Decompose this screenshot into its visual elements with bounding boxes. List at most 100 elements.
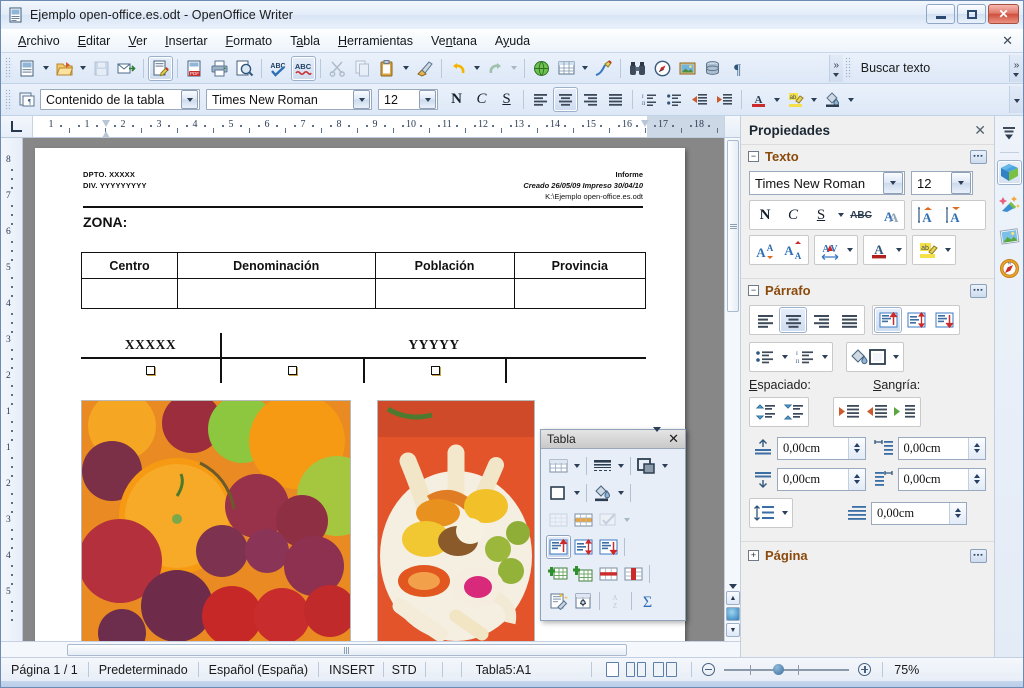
sort-az-icon[interactable]: A Z	[603, 589, 628, 613]
table-col-provincia[interactable]: Provincia	[514, 253, 645, 279]
more-options-icon[interactable]: ▪▪▪	[970, 284, 987, 298]
subscript-icon[interactable]: A A	[779, 237, 807, 263]
menu-insertar[interactable]: Insertar	[156, 31, 216, 51]
font-size-dropdown-icon[interactable]	[419, 90, 436, 109]
sidebar-italic-button[interactable]: C	[779, 202, 807, 228]
zoom-in-icon[interactable]	[858, 663, 871, 676]
font-color-icon[interactable]: A	[746, 87, 771, 112]
sigma-sum-icon[interactable]: Σ	[635, 589, 660, 613]
autoformat-wand-icon[interactable]	[546, 589, 571, 613]
fruit-photo[interactable]	[81, 400, 351, 641]
abc-check-icon[interactable]: ABC	[266, 56, 291, 81]
spacing-above-paragraph-field[interactable]: 0,00cm	[777, 437, 866, 460]
open-folder-icon[interactable]	[52, 56, 77, 81]
menu-editar[interactable]: Editar	[69, 31, 120, 51]
font-size-combo[interactable]: 12	[378, 89, 438, 110]
status-language[interactable]: Español (España)	[209, 663, 308, 677]
save-floppy-icon[interactable]	[89, 56, 114, 81]
area-fill-dropdown-icon[interactable]	[571, 480, 583, 505]
line-spacing-dropdown-icon[interactable]	[779, 501, 791, 526]
table-properties-icon[interactable]	[571, 589, 596, 613]
table-cell[interactable]	[514, 279, 645, 309]
numbered-list-icon[interactable]: I II	[637, 87, 662, 112]
first-line-indent-field[interactable]: 0,00cm	[871, 502, 967, 525]
redo-arrow-icon[interactable]	[483, 56, 508, 81]
first-line-indent-stepper[interactable]	[949, 503, 966, 524]
vertical-scrollbar-thumb[interactable]	[727, 140, 739, 312]
ruler-scale[interactable]: 1123456789101112131415161718	[33, 116, 724, 137]
sidebar-bullet-list-icon[interactable]	[751, 344, 779, 370]
scissors-icon[interactable]	[325, 56, 350, 81]
horizontal-ruler[interactable]: 1123456789101112131415161718	[1, 116, 740, 138]
paste-dropdown-icon[interactable]	[400, 56, 412, 81]
shrink-font-icon[interactable]: A	[941, 202, 969, 228]
menu-ver[interactable]: Ver	[119, 31, 156, 51]
bullet-list-icon[interactable]	[662, 87, 687, 112]
secondary-table[interactable]: XXXXX YYYYY	[81, 333, 646, 359]
navigation-object-button[interactable]	[726, 607, 740, 621]
grow-font-icon[interactable]: A	[913, 202, 941, 228]
decrease-spacing-icon[interactable]	[779, 399, 807, 425]
checkbox-icon[interactable]	[431, 366, 440, 375]
edit-pencil-icon[interactable]	[148, 56, 173, 81]
indent-after-stepper[interactable]	[968, 469, 985, 490]
char-spacing-icon[interactable]: A V	[816, 237, 844, 263]
section-header-texto[interactable]: − Texto ▪▪▪	[741, 145, 994, 168]
abc-wave-icon[interactable]: ABC	[291, 56, 316, 81]
line-spacing-icon[interactable]	[751, 500, 779, 526]
xxxxx-cell[interactable]: XXXXX	[81, 333, 221, 358]
properties-cube-icon[interactable]	[997, 160, 1022, 185]
checkbox-table[interactable]	[81, 358, 646, 383]
paragraph-style-dropdown-icon[interactable]	[181, 90, 198, 109]
menu-archivo[interactable]: Archivo	[9, 31, 69, 51]
horizontal-scrollbar-thumb[interactable]	[67, 644, 627, 656]
sidebar-font-name-combo[interactable]: Times New Roman	[749, 171, 905, 195]
database-icon[interactable]	[700, 56, 725, 81]
sidebar-font-size-dropdown-icon[interactable]	[951, 172, 971, 194]
toolbar-grip[interactable]	[5, 57, 12, 79]
compass-icon[interactable]	[650, 56, 675, 81]
table-col-denominacion[interactable]: Denominación	[177, 253, 375, 279]
format-toolbar-grip[interactable]	[5, 89, 12, 111]
indent-after-text-field[interactable]: 0,00cm	[898, 468, 987, 491]
table-cell[interactable]	[177, 279, 375, 309]
border-color-icon[interactable]	[634, 454, 659, 478]
split-cells-icon[interactable]	[571, 508, 596, 532]
sidebar-align-middle-icon[interactable]	[902, 307, 930, 333]
vertical-scrollbar[interactable]: ▲ ▼	[724, 138, 740, 641]
table-col-poblacion[interactable]: Población	[375, 253, 514, 279]
next-page-button[interactable]: ▼	[726, 623, 740, 637]
status-insert-mode[interactable]: INSERT	[329, 663, 375, 677]
sidebar-underline-button[interactable]: S	[807, 202, 835, 228]
paragraph-style-combo[interactable]: Contenido de la tabla	[40, 89, 200, 110]
merge-cells-icon[interactable]	[546, 508, 571, 532]
main-table[interactable]: Centro Denominación Población Provincia	[81, 252, 646, 309]
decrease-indent-icon[interactable]	[863, 399, 891, 425]
delete-column-icon[interactable]	[621, 562, 646, 586]
font-name-combo[interactable]: Times New Roman	[206, 89, 372, 110]
undo-arrow-icon[interactable]	[446, 56, 471, 81]
sidebar-menu-icon[interactable]	[997, 120, 1022, 145]
optimize-dropdown-icon[interactable]	[621, 507, 633, 532]
close-icon[interactable]: ✕	[974, 122, 986, 139]
table-border-grid-icon[interactable]	[546, 454, 571, 478]
checkbox-cell[interactable]	[81, 358, 221, 383]
new-doc-dropdown-icon[interactable]	[40, 56, 52, 81]
vertical-ruler[interactable]: 8765432112345	[1, 138, 23, 641]
horizontal-scrollbar[interactable]	[1, 641, 740, 657]
highlight-icon[interactable]: ab	[914, 237, 942, 263]
sidebar-numbered-list-icon[interactable]: I II	[791, 344, 819, 370]
spacing-below-stepper[interactable]	[848, 469, 865, 490]
ruler-indent-marker[interactable]	[641, 127, 650, 137]
close-document-button[interactable]: ✕	[1002, 33, 1013, 49]
yyyyy-cell[interactable]: YYYYY	[221, 333, 646, 358]
bullet-list-dropdown-icon[interactable]	[779, 345, 791, 370]
highlight-dropdown-icon[interactable]	[808, 87, 820, 112]
email-icon[interactable]	[114, 56, 139, 81]
indent-before-text-field[interactable]: 0,00cm	[898, 437, 987, 460]
increase-indent-icon[interactable]	[835, 399, 863, 425]
copy-icon[interactable]	[350, 56, 375, 81]
clipboard-icon[interactable]	[375, 56, 400, 81]
section-header-parrafo[interactable]: − Párrafo ▪▪▪	[741, 279, 994, 302]
collapse-toggle-parrafo[interactable]: −	[748, 285, 759, 296]
